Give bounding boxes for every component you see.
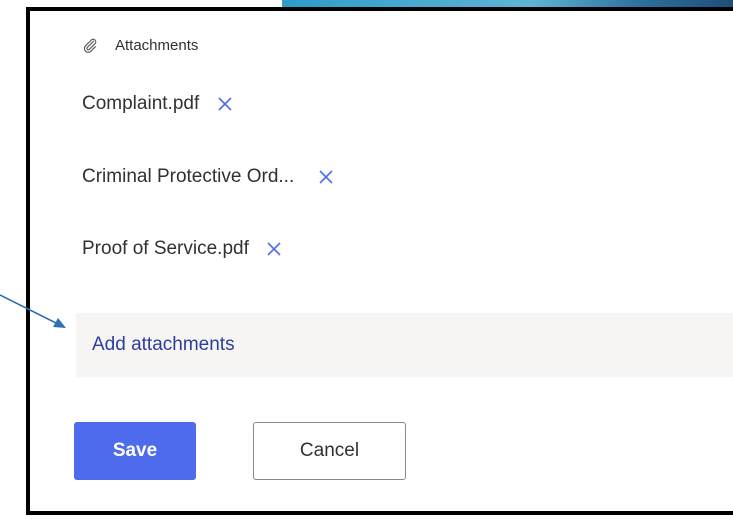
attachments-title: Attachments — [115, 36, 199, 54]
add-attachments-button[interactable]: Add attachments — [76, 313, 733, 377]
paperclip-icon — [82, 37, 98, 53]
close-icon[interactable] — [214, 93, 236, 115]
cancel-button[interactable]: Cancel — [253, 422, 406, 480]
attachment-name: Complaint.pdf — [82, 93, 200, 114]
close-icon[interactable] — [315, 166, 337, 188]
attachments-header: Attachments — [82, 33, 198, 57]
attachments-panel: Attachments Complaint.pdf Criminal Prote… — [26, 7, 733, 515]
add-attachments-label: Add attachments — [92, 334, 235, 355]
save-button[interactable]: Save — [74, 422, 196, 480]
attachment-item: Criminal Protective Ord... — [82, 162, 337, 192]
attachment-name: Criminal Protective Ord... — [82, 166, 295, 187]
attachment-name: Proof of Service.pdf — [82, 238, 249, 259]
attachment-item: Proof of Service.pdf — [82, 234, 285, 264]
attachment-item: Complaint.pdf — [82, 89, 236, 119]
close-icon[interactable] — [263, 238, 285, 260]
